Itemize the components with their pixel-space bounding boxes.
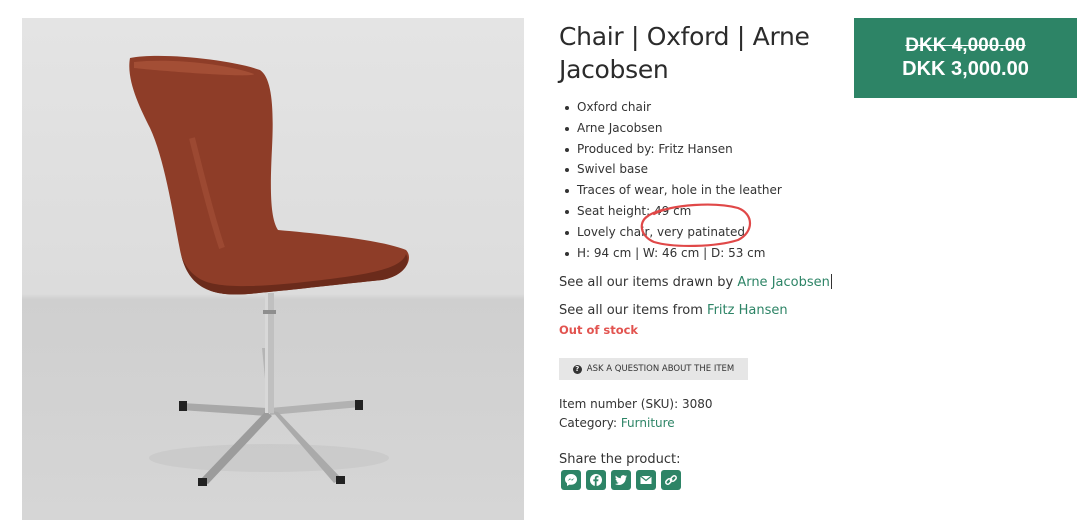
feature-item: Arne Jacobsen <box>559 118 782 139</box>
share-buttons <box>561 470 681 490</box>
question-icon: ? <box>572 364 582 374</box>
sku: Item number (SKU): 3080 <box>559 397 713 411</box>
maker-prefix: See all our items from <box>559 303 703 318</box>
designer-link[interactable]: Arne Jacobsen <box>737 275 830 290</box>
feature-item: Oxford chair <box>559 97 782 118</box>
text-cursor <box>830 274 832 289</box>
share-title: Share the product: <box>559 452 681 467</box>
maker-link[interactable]: Fritz Hansen <box>707 303 788 318</box>
feature-item: Traces of wear, hole in the leather <box>559 180 782 201</box>
maker-line: See all our items from Fritz Hansen <box>559 303 788 318</box>
designer-prefix: See all our items drawn by <box>559 275 734 290</box>
category-link[interactable]: Furniture <box>621 416 675 430</box>
ask-question-label: ASK A QUESTION ABOUT THE ITEM <box>586 364 735 374</box>
facebook-icon[interactable] <box>586 470 606 490</box>
category-label: Category: <box>559 416 617 430</box>
twitter-icon[interactable] <box>611 470 631 490</box>
stock-status: Out of stock <box>559 323 639 337</box>
category-line: Category: Furniture <box>559 416 675 430</box>
feature-item: Swivel base <box>559 159 782 180</box>
product-image[interactable] <box>22 18 524 520</box>
messenger-icon[interactable] <box>561 470 581 490</box>
ask-question-button[interactable]: ? ASK A QUESTION ABOUT THE ITEM <box>559 358 748 380</box>
annotation-circle <box>640 203 752 248</box>
designer-line: See all our items drawn by Arne Jacobsen <box>559 274 832 290</box>
chair-illustration <box>129 55 409 486</box>
email-icon[interactable] <box>636 470 656 490</box>
price-box: DKK 4,000.00 DKK 3,000.00 <box>854 18 1077 98</box>
old-price: DKK 4,000.00 <box>905 35 1026 56</box>
copy-link-icon[interactable] <box>661 470 681 490</box>
product-title: Chair | Oxford | Arne Jacobsen <box>559 22 810 84</box>
feature-item: Produced by: Fritz Hansen <box>559 139 782 160</box>
current-price: DKK 3,000.00 <box>902 58 1029 80</box>
